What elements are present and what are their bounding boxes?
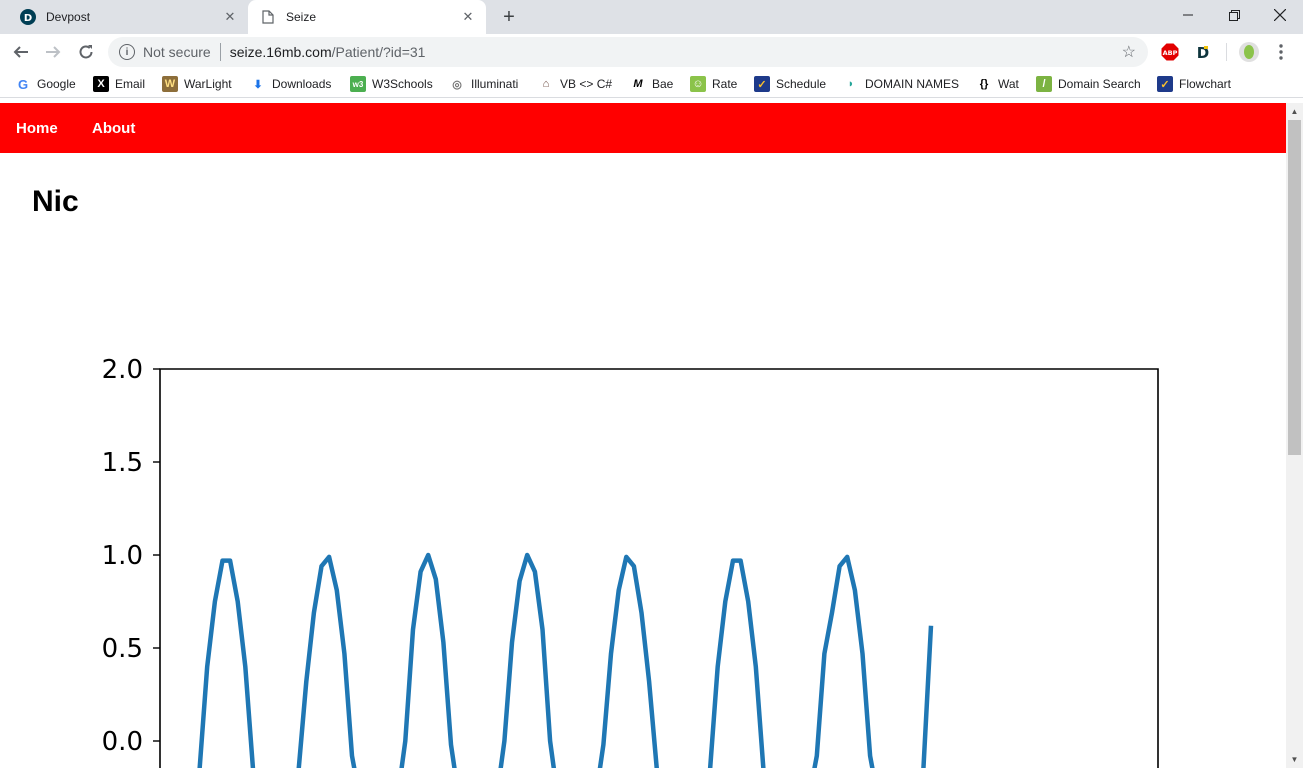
tab-title: Seize <box>286 10 317 24</box>
domain-search-icon: / <box>1036 76 1052 92</box>
url-host: seize.16mb.com <box>229 44 332 60</box>
dashlane-icon[interactable]: D <box>1193 42 1213 62</box>
vertical-scrollbar[interactable]: ▲ ▼ <box>1286 103 1303 768</box>
y-tick-label: 0.0 <box>102 727 143 757</box>
bookmark-label: W3Schools <box>372 77 433 91</box>
bookmark-label: VB <> C# <box>560 77 613 91</box>
toolbar-divider <box>1226 43 1227 61</box>
x-icon: X <box>93 76 109 92</box>
bookmark-label: Wat <box>998 77 1019 91</box>
info-icon[interactable]: i <box>119 44 135 60</box>
bookmark-schedule[interactable]: ✓ Schedule <box>754 75 826 93</box>
w3schools-icon: w3 <box>350 76 366 92</box>
bookmark-downloads[interactable]: ⬇ Downloads <box>250 75 331 93</box>
security-label: Not secure <box>143 44 211 60</box>
menu-icon[interactable] <box>1267 38 1295 66</box>
y-tick-label: 0.5 <box>102 634 143 664</box>
warlight-icon: W <box>162 76 178 92</box>
devpost-icon: D <box>20 9 36 25</box>
profile-avatar-icon[interactable] <box>1239 42 1259 62</box>
reload-icon[interactable] <box>72 38 100 66</box>
schedule-icon: ✓ <box>754 76 770 92</box>
bookmark-label: WarLight <box>184 77 232 91</box>
close-window-icon[interactable] <box>1257 0 1303 30</box>
y-tick-label: 1.5 <box>102 448 143 478</box>
forward-icon[interactable] <box>39 38 67 66</box>
bookmark-label: Downloads <box>272 77 332 91</box>
bookmark-bae[interactable]: M Bae <box>630 75 673 93</box>
download-icon: ⬇ <box>253 78 263 91</box>
bookmark-domain-names[interactable]: ◗ DOMAIN NAMES <box>843 75 959 93</box>
bookmarks-bar: G Google X Email W WarLight ⬇ Downloads w3 W3… <box>0 70 1303 98</box>
y-tick-label: 1.0 <box>102 541 143 571</box>
minimize-icon[interactable] <box>1165 0 1211 30</box>
bookmark-label: Google <box>37 77 76 91</box>
tab-title: Devpost <box>46 10 91 24</box>
bookmark-email[interactable]: X Email <box>93 75 145 93</box>
bookmark-google[interactable]: G Google <box>15 75 76 93</box>
bookmark-label: Domain Search <box>1058 77 1141 91</box>
bookmark-illuminati[interactable]: ◎ Illuminati <box>449 75 518 93</box>
bookmark-label: DOMAIN NAMES <box>865 77 960 91</box>
page-icon <box>260 9 276 25</box>
url-path: /Patient/?id=31 <box>331 44 426 60</box>
bookmark-domain-search[interactable]: / Domain Search <box>1036 75 1141 93</box>
back-icon[interactable] <box>7 38 35 66</box>
bookmark-vb-csharp[interactable]: ⌂ VB <> C# <box>538 75 612 93</box>
browser-tabstrip: D Devpost ✕ Seize ✕ + <box>0 0 1303 34</box>
vb-icon: ⌂ <box>542 78 550 90</box>
bookmark-label: Email <box>115 77 146 91</box>
bookmark-flowchart[interactable]: ✓ Flowchart <box>1157 75 1231 93</box>
plot-frame <box>159 368 1159 768</box>
tab-devpost[interactable]: D Devpost ✕ <box>8 0 248 34</box>
bookmark-label: Schedule <box>776 77 827 91</box>
domain-names-icon: ◗ <box>847 78 855 90</box>
divider <box>219 43 221 61</box>
series-line <box>197 552 934 768</box>
adblock-plus-icon[interactable]: ABP <box>1160 42 1180 62</box>
scroll-down-icon[interactable]: ▼ <box>1286 751 1303 768</box>
browser-toolbar: i Not secure seize.16mb.com/Patient/?id=… <box>0 34 1303 70</box>
address-bar[interactable]: i Not secure seize.16mb.com/Patient/?id=… <box>108 37 1148 67</box>
bookmark-warlight[interactable]: W WarLight <box>162 75 232 93</box>
restore-icon[interactable] <box>1211 0 1257 30</box>
y-tick-label: 2.0 <box>102 355 143 385</box>
bookmark-label: Illuminati <box>471 77 519 91</box>
close-tab-icon[interactable]: ✕ <box>222 9 238 25</box>
svg-text:D: D <box>24 13 32 24</box>
signal-chart: 2.0 1.5 1.0 0.5 0.0 <box>102 355 1159 768</box>
braces-icon: {} <box>979 78 989 90</box>
bookmark-label: Rate <box>712 77 738 91</box>
close-tab-icon[interactable]: ✕ <box>460 9 476 25</box>
scrollbar-thumb[interactable] <box>1288 120 1301 455</box>
flowchart-icon: ✓ <box>1157 76 1173 92</box>
bookmark-wat[interactable]: {} Wat <box>976 75 1019 93</box>
bookmark-label: Flowchart <box>1179 77 1232 91</box>
adblock-label: ABP <box>1163 49 1178 57</box>
rate-icon: ☺ <box>690 76 706 92</box>
page-content: Home About Nic 2.0 1.5 1.0 0.5 0.0 <box>0 103 1286 768</box>
google-icon: G <box>17 76 29 92</box>
new-tab-icon[interactable]: + <box>498 6 520 28</box>
illuminati-icon: ◎ <box>452 78 462 91</box>
bookmark-label: Bae <box>652 77 674 91</box>
scroll-up-icon[interactable]: ▲ <box>1286 103 1303 120</box>
bookmark-rate[interactable]: ☺ Rate <box>690 75 737 93</box>
bae-icon: M <box>633 78 643 90</box>
bookmark-star-icon[interactable]: ☆ <box>1122 42 1136 62</box>
bookmark-w3schools[interactable]: w3 W3Schools <box>350 75 433 93</box>
tab-seize[interactable]: Seize ✕ <box>248 0 486 34</box>
